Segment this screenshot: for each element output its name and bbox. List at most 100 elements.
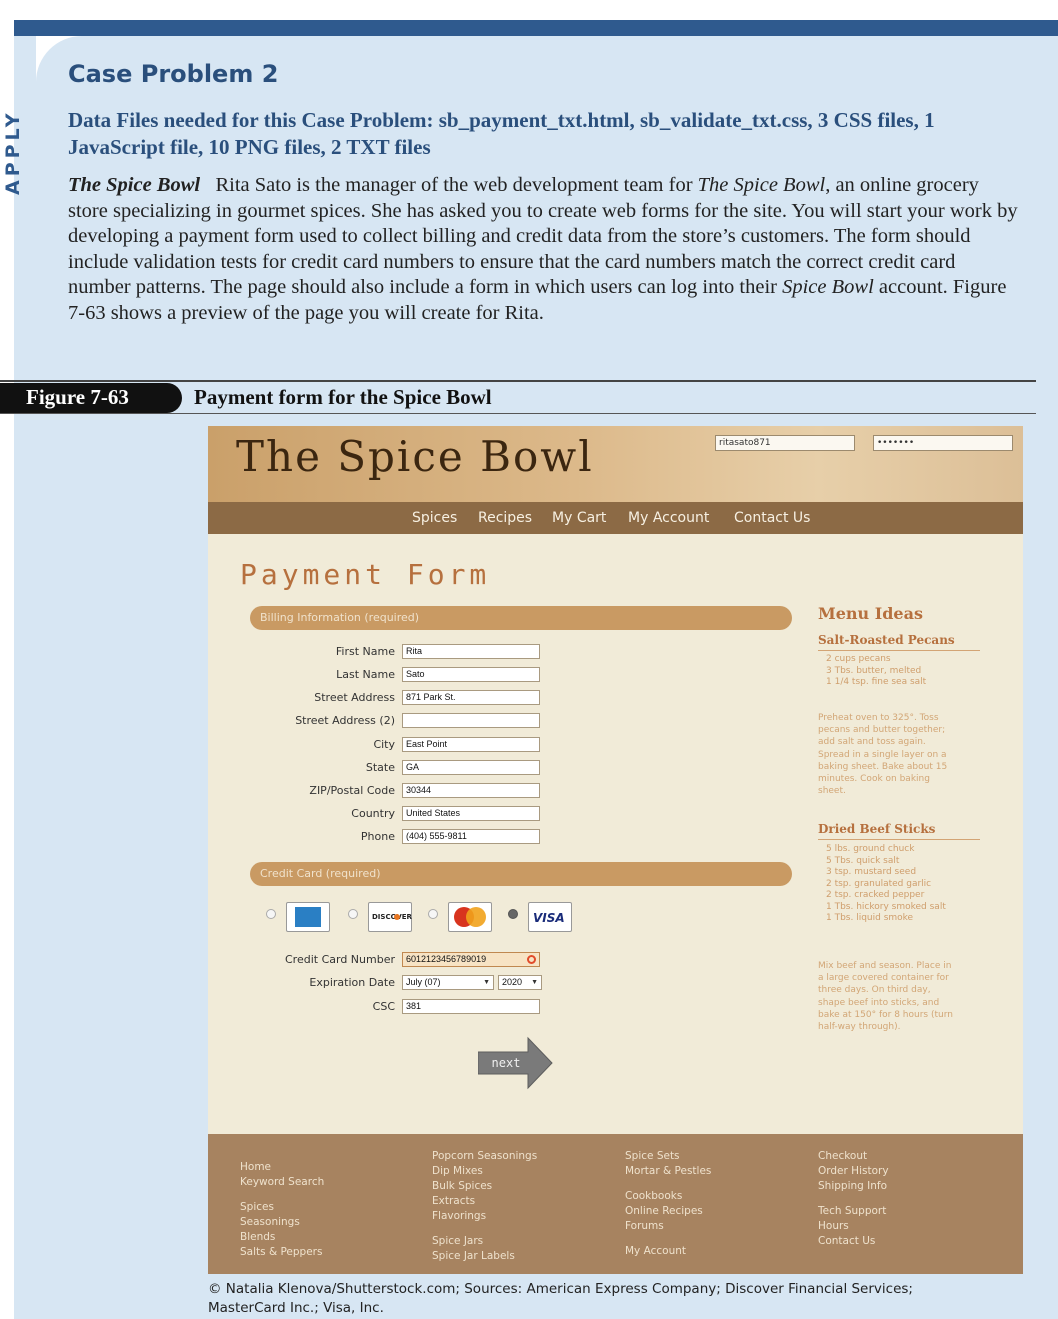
page-title: Payment Form xyxy=(240,558,491,591)
exp-month-select[interactable]: July (07) ▼ xyxy=(402,975,494,990)
first-name-field[interactable]: Rita xyxy=(402,644,540,659)
footer-link[interactable]: Flavorings xyxy=(432,1209,537,1224)
footer-link[interactable]: Extracts xyxy=(432,1194,537,1209)
nav-my-cart[interactable]: My Cart xyxy=(552,510,606,526)
csc-label: CSC xyxy=(372,1000,395,1013)
csc-field[interactable]: 381 xyxy=(402,999,540,1014)
first-name-label: First Name xyxy=(335,645,395,658)
step-line: sheet. xyxy=(818,786,846,797)
card-number-field[interactable]: 6012123456789019 xyxy=(402,952,540,967)
street-label: Street Address xyxy=(314,691,395,704)
visa-radio[interactable] xyxy=(508,909,518,919)
footer-link[interactable]: Bulk Spices xyxy=(432,1179,537,1194)
ingredient: 2 tsp. cracked pepper xyxy=(826,890,925,900)
street2-label: Street Address (2) xyxy=(295,714,395,727)
recipe-2-title: Dried Beef Sticks xyxy=(818,822,936,836)
footer-link[interactable]: Spice Sets xyxy=(625,1149,711,1164)
footer-link[interactable]: Blends xyxy=(240,1230,324,1245)
footer-link[interactable]: Popcorn Seasonings xyxy=(432,1149,537,1164)
phone-label: Phone xyxy=(360,830,395,843)
visa-card-text: VISA xyxy=(533,911,565,925)
footer-link[interactable]: Order History xyxy=(818,1164,889,1179)
apply-rail xyxy=(14,36,36,1319)
zip-field[interactable]: 30344 xyxy=(402,783,540,798)
intro-text-1: Rita Sato is the manager of the web deve… xyxy=(215,174,698,196)
nav-contact-us[interactable]: Contact Us xyxy=(734,510,810,526)
footer-link[interactable]: Hours xyxy=(818,1219,889,1234)
footer-spacer xyxy=(818,1194,889,1204)
nav-recipes[interactable]: Recipes xyxy=(478,510,532,526)
ingredient: 1 1/4 tsp. fine sea salt xyxy=(826,677,927,687)
card-number-label: Credit Card Number xyxy=(285,953,395,966)
credit-legend: Credit Card (required) xyxy=(260,867,381,880)
city-field[interactable]: East Point xyxy=(402,737,540,752)
username-input[interactable]: ritasato871 xyxy=(715,435,855,451)
exp-year-value: 2020 xyxy=(502,977,523,987)
footer-col-3: Spice Sets Mortar & Pestles Cookbooks On… xyxy=(625,1149,711,1259)
next-label: next xyxy=(492,1056,521,1070)
footer-spacer xyxy=(240,1190,324,1200)
step-line: shape beef into sticks, and xyxy=(818,997,940,1008)
phone-field[interactable]: (404) 555-9811 xyxy=(402,829,540,844)
mastercard-radio[interactable] xyxy=(428,909,438,919)
footer-link[interactable]: Spice Jars xyxy=(432,1234,537,1249)
footer-link[interactable]: Tech Support xyxy=(818,1204,889,1219)
step-line: baking sheet. Bake about 15 xyxy=(818,761,948,772)
footer-link[interactable]: Checkout xyxy=(818,1149,889,1164)
next-button[interactable]: next xyxy=(478,1036,554,1090)
mastercard-card-icon[interactable] xyxy=(448,902,492,932)
password-input[interactable]: ••••••• xyxy=(873,435,1013,451)
footer-link[interactable]: Online Recipes xyxy=(625,1204,711,1219)
card-number-value: 6012123456789019 xyxy=(406,954,487,964)
recipe-1-rule xyxy=(818,650,980,651)
street2-field[interactable] xyxy=(402,713,540,728)
nav-my-account[interactable]: My Account xyxy=(628,510,709,526)
ingredient: 5 lbs. ground chuck xyxy=(826,844,915,854)
exp-year-select[interactable]: 2020 ▼ xyxy=(498,975,542,990)
intro-lead: The Spice Bowl xyxy=(68,174,201,196)
footer-link[interactable]: Dip Mixes xyxy=(432,1164,537,1179)
state-field[interactable]: GA xyxy=(402,760,540,775)
footer-col-2: Popcorn Seasonings Dip Mixes Bulk Spices… xyxy=(432,1149,537,1264)
step-line: Preheat oven to 325°. Toss xyxy=(818,713,939,723)
ingredient: 2 cups pecans xyxy=(826,654,891,664)
footer-spacer xyxy=(625,1179,711,1189)
street-field[interactable]: 871 Park St. xyxy=(402,690,540,705)
footer-link[interactable]: Spices xyxy=(240,1200,324,1215)
amex-card-icon[interactable] xyxy=(286,902,330,932)
discover-radio[interactable] xyxy=(348,909,358,919)
step-line: half-way through). xyxy=(818,1022,901,1033)
footer-link[interactable]: Forums xyxy=(625,1219,711,1234)
figure-caption: Payment form for the Spice Bowl xyxy=(194,385,492,409)
case-title: Case Problem 2 xyxy=(68,60,279,88)
amex-radio[interactable] xyxy=(266,909,276,919)
expiration-label: Expiration Date xyxy=(309,976,395,989)
footer-link[interactable]: Contact Us xyxy=(818,1234,889,1249)
nav-spices[interactable]: Spices xyxy=(412,510,457,526)
recipe-2-ingredients: 5 lbs. ground chuck 5 Tbs. quick salt 3 … xyxy=(826,844,946,925)
footer-link[interactable]: Salts & Peppers xyxy=(240,1245,324,1260)
footer-link[interactable]: Keyword Search xyxy=(240,1175,324,1190)
intro-paragraph: The Spice Bowl Rita Sato is the manager … xyxy=(68,173,1018,327)
site-logo: The Spice Bowl xyxy=(236,432,594,481)
step-line: three days. On third day, xyxy=(818,985,931,996)
ingredient: 1 Tbs. hickory smoked salt xyxy=(826,901,946,912)
last-name-field[interactable]: Sato xyxy=(402,667,540,682)
discover-card-icon[interactable]: DISCOVER xyxy=(368,902,412,932)
apply-label: APPLY xyxy=(2,109,24,195)
invalid-icon xyxy=(527,955,536,964)
footer-link[interactable]: Spice Jar Labels xyxy=(432,1249,537,1264)
footer-link[interactable]: Shipping Info xyxy=(818,1179,889,1194)
footer-link[interactable]: Home xyxy=(240,1160,324,1175)
step-line: pecans and butter together; xyxy=(818,725,946,736)
country-label: Country xyxy=(351,807,395,820)
country-field[interactable]: United States xyxy=(402,806,540,821)
visa-card-icon[interactable]: VISA xyxy=(528,902,572,932)
chevron-down-icon: ▼ xyxy=(531,979,538,986)
footer-link[interactable]: My Account xyxy=(625,1244,711,1259)
footer-link[interactable]: Seasonings xyxy=(240,1215,324,1230)
footer-link[interactable]: Mortar & Pestles xyxy=(625,1164,711,1179)
footer-col-1: Home Keyword Search Spices Seasonings Bl… xyxy=(240,1160,324,1260)
footer-link[interactable]: Cookbooks xyxy=(625,1189,711,1204)
recipe-2-rule xyxy=(818,839,980,840)
